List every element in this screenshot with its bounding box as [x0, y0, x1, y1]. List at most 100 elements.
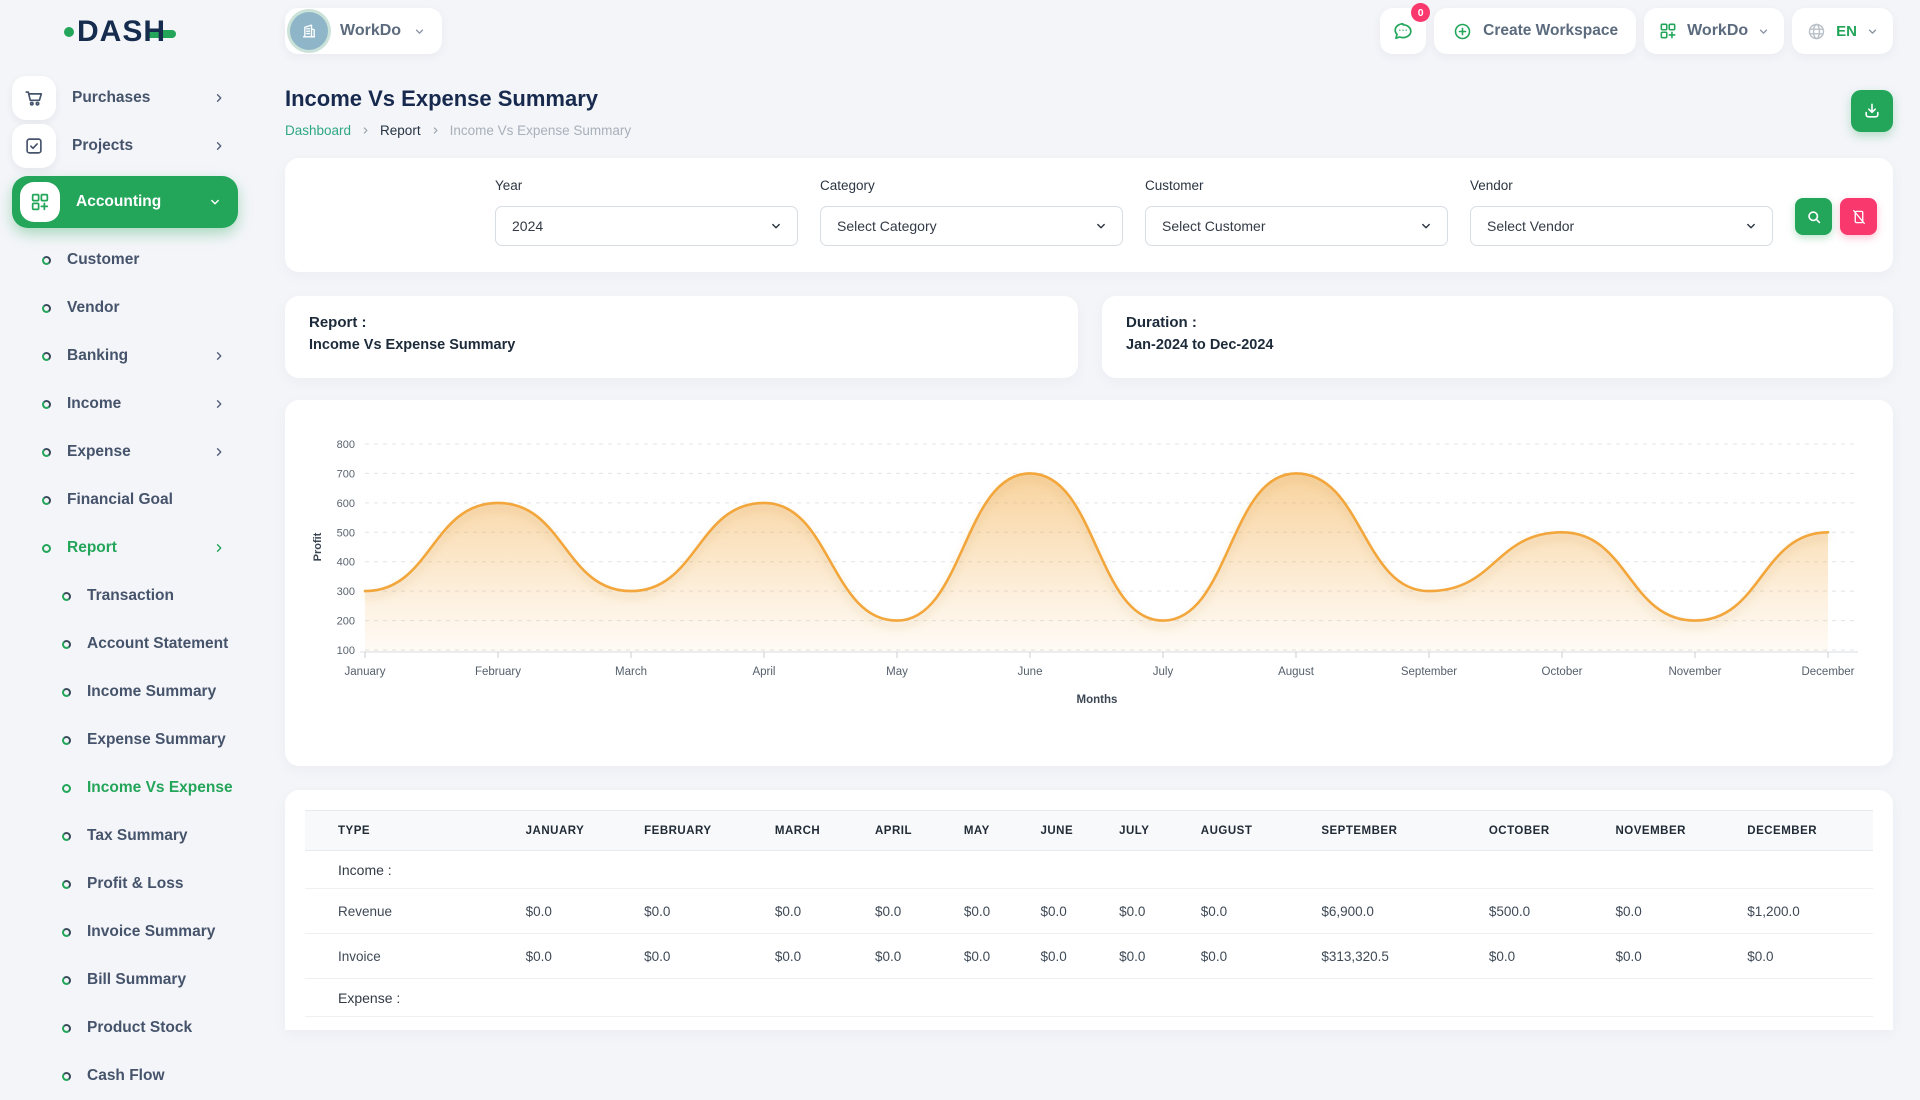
sidebar-item-label: Report — [67, 539, 117, 557]
cell-value: $0.0 — [1040, 934, 1119, 979]
workdo-menu[interactable]: WorkDo — [1644, 8, 1784, 54]
filter-actions — [1795, 178, 1877, 272]
messages-button[interactable]: 0 — [1380, 8, 1426, 54]
sidebar-item-transaction[interactable]: Transaction — [0, 572, 262, 620]
workspace-selector[interactable]: WorkDo — [285, 8, 442, 54]
reset-filter-button[interactable] — [1840, 198, 1877, 235]
app-logo[interactable]: DASH — [0, 0, 262, 64]
breadcrumb: Dashboard Report Income Vs Expense Summa… — [285, 123, 631, 138]
sidebar-item-profit-loss[interactable]: Profit & Loss — [0, 860, 262, 908]
column-header-november: NOVEMBER — [1616, 811, 1748, 851]
svg-text:October: October — [1542, 666, 1583, 678]
bullet-icon — [62, 784, 71, 793]
column-header-april: APRIL — [875, 811, 964, 851]
svg-text:May: May — [886, 666, 908, 678]
globe-icon — [1806, 21, 1827, 42]
grid-plus-icon — [20, 182, 60, 222]
breadcrumb-dashboard-link[interactable]: Dashboard — [285, 123, 351, 138]
chat-bubble-icon — [1391, 19, 1415, 43]
bullet-icon — [42, 256, 51, 265]
column-header-august: AUGUST — [1201, 811, 1322, 851]
select-value: Select Customer — [1162, 218, 1265, 234]
sidebar-item-income-vs-expense[interactable]: Income Vs Expense — [0, 764, 262, 812]
bullet-icon — [62, 976, 71, 985]
chevron-right-icon — [212, 445, 226, 459]
sidebar-item-expense-summary[interactable]: Expense Summary — [0, 716, 262, 764]
sidebar-item-label: Projects — [72, 137, 133, 155]
sidebar-item-report[interactable]: Report — [0, 524, 262, 572]
column-header-may: MAY — [964, 811, 1041, 851]
page-title: Income Vs Expense Summary — [285, 86, 631, 112]
cell-value: $0.0 — [526, 889, 644, 934]
column-header-january: JANUARY — [526, 811, 644, 851]
svg-text:100: 100 — [337, 645, 355, 657]
report-value: Income Vs Expense Summary — [309, 337, 1054, 353]
customer-select[interactable]: Select Customer — [1145, 206, 1448, 246]
sidebar-item-income-summary[interactable]: Income Summary — [0, 668, 262, 716]
sidebar-item-label: Transaction — [87, 587, 174, 605]
chevron-down-icon — [1757, 25, 1770, 38]
cell-value: $0.0 — [964, 889, 1041, 934]
breadcrumb-report: Report — [380, 123, 421, 138]
language-selector[interactable]: EN — [1792, 8, 1893, 54]
report-label: Report : — [309, 314, 1054, 331]
create-workspace-button[interactable]: Create Workspace — [1434, 8, 1636, 54]
sidebar-item-accounting[interactable]: Accounting — [12, 176, 238, 228]
svg-text:April: April — [752, 666, 775, 678]
cell-value: $313,320.5 — [1321, 934, 1489, 979]
sidebar-item-invoice-summary[interactable]: Invoice Summary — [0, 908, 262, 956]
income-expense-table-card: TYPEJANUARYFEBRUARYMARCHAPRILMAYJUNEJULY… — [285, 790, 1893, 1030]
chevron-down-icon — [1744, 219, 1758, 233]
vendor-select[interactable]: Select Vendor — [1470, 206, 1773, 246]
language-label: EN — [1836, 23, 1857, 40]
category-select[interactable]: Select Category — [820, 206, 1123, 246]
section-label: Expense : — [305, 979, 1873, 1017]
create-workspace-label: Create Workspace — [1483, 22, 1618, 40]
chevron-down-icon — [413, 25, 426, 38]
filter-card: Year2024CategorySelect CategoryCustomerS… — [285, 158, 1893, 272]
svg-text:500: 500 — [337, 527, 355, 539]
sidebar-item-product-stock[interactable]: Product Stock — [0, 1004, 262, 1052]
svg-text:June: June — [1018, 666, 1043, 678]
download-button[interactable] — [1851, 90, 1893, 132]
sidebar-item-financial-goal[interactable]: Financial Goal — [0, 476, 262, 524]
filter-group-category: CategorySelect Category — [820, 178, 1123, 272]
sidebar-item-purchases[interactable]: Purchases — [0, 74, 262, 122]
summary-row: Report : Income Vs Expense Summary Durat… — [285, 296, 1893, 378]
sidebar-item-expense[interactable]: Expense — [0, 428, 262, 476]
reset-icon — [1850, 208, 1868, 226]
sidebar-item-cash-flow[interactable]: Cash Flow — [0, 1052, 262, 1100]
year-select[interactable]: 2024 — [495, 206, 798, 246]
sidebar-item-income[interactable]: Income — [0, 380, 262, 428]
sidebar-item-label: Financial Goal — [67, 491, 173, 509]
income-expense-table: TYPEJANUARYFEBRUARYMARCHAPRILMAYJUNEJULY… — [305, 810, 1873, 1017]
select-value: 2024 — [512, 218, 543, 234]
checkbox-icon — [12, 124, 56, 168]
sidebar-item-tax-summary[interactable]: Tax Summary — [0, 812, 262, 860]
bullet-icon — [62, 1024, 71, 1033]
sidebar-item-bill-summary[interactable]: Bill Summary — [0, 956, 262, 1004]
apply-filter-button[interactable] — [1795, 198, 1832, 235]
cell-value: $6,900.0 — [1321, 889, 1489, 934]
sidebar-item-label: Customer — [67, 251, 139, 269]
filter-label: Vendor — [1470, 178, 1773, 193]
sidebar-item-customer[interactable]: Customer — [0, 236, 262, 284]
table-section-row: Expense : — [305, 979, 1873, 1017]
chevron-right-icon — [212, 541, 226, 555]
svg-text:August: August — [1278, 666, 1315, 678]
sidebar-item-label: Bill Summary — [87, 971, 186, 989]
sidebar-item-label: Purchases — [72, 89, 150, 107]
sidebar-nav: Purchases Projects Accounting Customer Vendo… — [0, 74, 262, 1100]
svg-text:300: 300 — [337, 586, 355, 598]
filter-label: Customer — [1145, 178, 1448, 193]
cell-value: $0.0 — [1201, 889, 1322, 934]
column-header-october: OCTOBER — [1489, 811, 1616, 851]
sidebar-item-banking[interactable]: Banking — [0, 332, 262, 380]
chevron-right-icon — [212, 139, 226, 153]
sidebar-item-projects[interactable]: Projects — [0, 122, 262, 170]
cell-value: $0.0 — [964, 934, 1041, 979]
sidebar-item-account-statement[interactable]: Account Statement — [0, 620, 262, 668]
page-header: Income Vs Expense Summary Dashboard Repo… — [285, 86, 1893, 138]
sidebar-item-vendor[interactable]: Vendor — [0, 284, 262, 332]
plus-circle-icon — [1452, 21, 1473, 42]
